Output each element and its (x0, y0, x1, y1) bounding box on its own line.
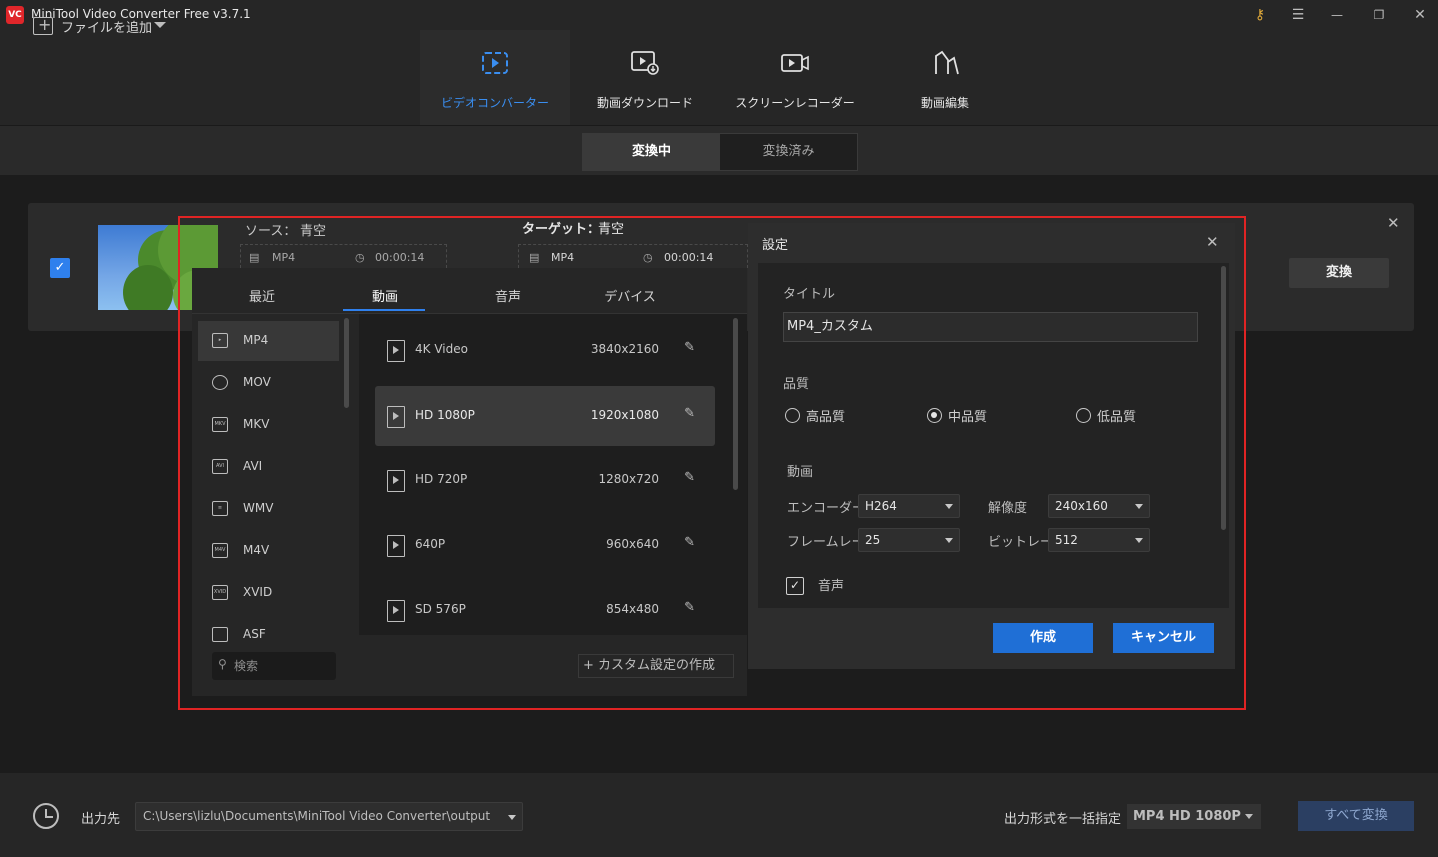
batch-format-value: MP4 HD 1080P (1133, 809, 1241, 824)
file-checkbox[interactable]: ✓ (50, 258, 70, 278)
record-icon (781, 54, 809, 72)
close-window-button[interactable]: ✕ (1408, 4, 1432, 26)
add-file-button[interactable]: ファイルを追加 (61, 17, 152, 36)
nav-video-edit[interactable]: 動画編集 (870, 30, 1020, 125)
chevron-down-icon (1245, 814, 1253, 819)
output-path-select[interactable]: C:\Users\lizlu\Documents\MiniTool Video … (135, 802, 523, 831)
restore-button[interactable]: ❐ (1367, 4, 1391, 26)
status-tabs: 変換中 変換済み (582, 133, 858, 171)
nav-video-converter[interactable]: ビデオコンバーター (420, 30, 570, 125)
nav-screen-recorder[interactable]: スクリーンレコーダー (720, 30, 870, 125)
nav-label: スクリーンレコーダー (735, 96, 855, 110)
tab-converting[interactable]: 変換中 (583, 134, 720, 170)
convert-icon (482, 52, 508, 74)
batch-format-label: 出力形式を一括指定 (1004, 812, 1122, 827)
convert-all-button[interactable]: すべて変換 (1298, 801, 1414, 831)
output-label: 出力先 (81, 812, 121, 827)
nav-label: ビデオコンバーター (440, 96, 549, 110)
key-icon[interactable]: ⚷ (1248, 4, 1272, 26)
schedule-clock-icon[interactable] (33, 803, 59, 829)
app-logo: VC (6, 6, 24, 24)
minimize-button[interactable]: — (1325, 4, 1349, 26)
app-window: VC MiniTool Video Converter Free v3.7.1 … (0, 0, 1438, 857)
convert-button[interactable]: 変換 (1289, 258, 1389, 288)
chevron-down-icon[interactable] (154, 22, 166, 28)
menu-icon[interactable]: ☰ (1286, 4, 1310, 26)
nav-video-download[interactable]: 動画ダウンロード (570, 30, 720, 125)
output-path-value: C:\Users\lizlu\Documents\MiniTool Video … (143, 809, 491, 823)
tab-converted[interactable]: 変換済み (720, 134, 857, 170)
chevron-down-icon (508, 815, 516, 820)
batch-format-select[interactable]: MP4 HD 1080P (1127, 804, 1261, 829)
edit-icon (935, 50, 959, 75)
remove-file-icon[interactable]: ✕ (1387, 214, 1400, 232)
nav-label: 動画編集 (920, 96, 969, 110)
nav-label: 動画ダウンロード (596, 96, 693, 110)
download-icon (631, 51, 659, 75)
add-file-icon[interactable]: + (33, 15, 53, 35)
highlight-frame (178, 216, 1246, 710)
